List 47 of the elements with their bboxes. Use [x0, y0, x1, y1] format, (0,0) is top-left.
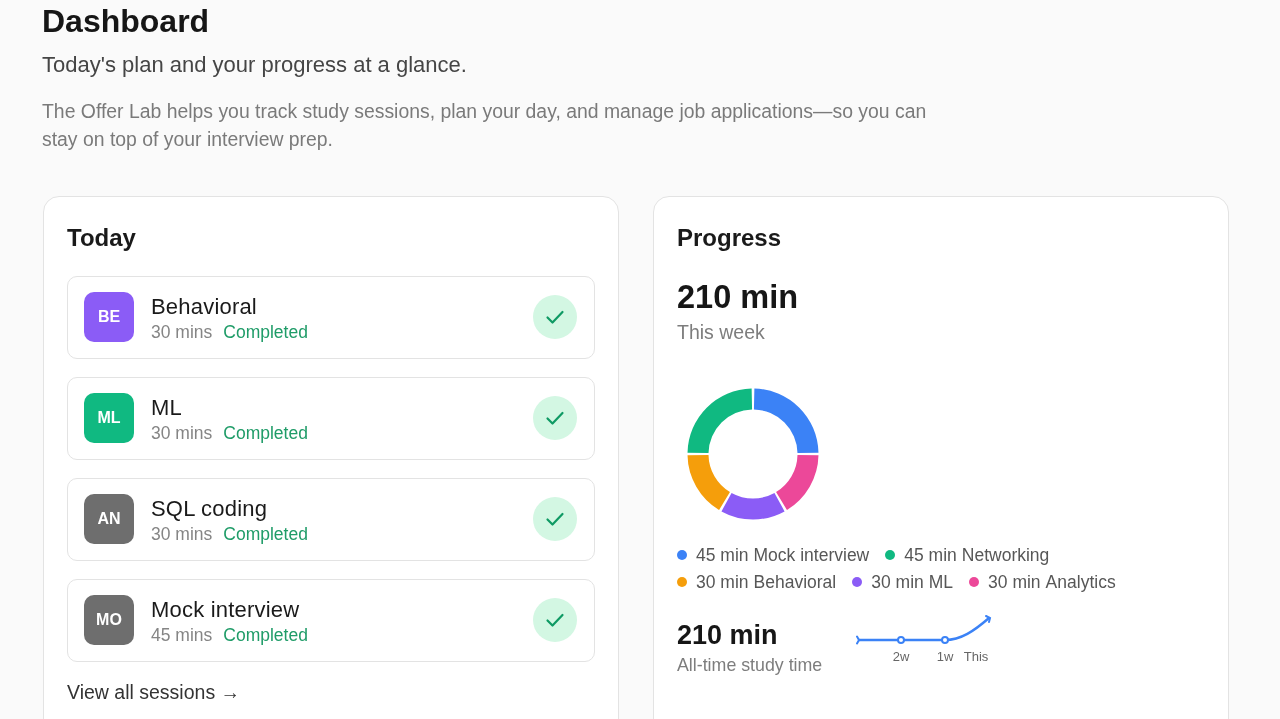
- card-title: Progress: [677, 223, 783, 253]
- session-avatar: ML: [84, 393, 134, 443]
- session-status: Completed: [223, 321, 308, 343]
- legend-category: Analytics: [1045, 570, 1116, 593]
- session-name: Behavioral: [151, 294, 257, 320]
- page-description: The Offer Lab helps you track study sessions, plan your day, and manage job applications—so you can stay on top of your interview prep.: [42, 99, 928, 152]
- all-time-total: 210 min: [677, 619, 779, 651]
- session-duration: 30 mins: [151, 523, 213, 545]
- session-status: Completed: [223, 624, 308, 646]
- legend-value: 30 min: [988, 570, 1041, 593]
- session-item[interactable]: MO Mock interview 45 mins Completed: [67, 578, 595, 662]
- trend-axis-label: This: [963, 649, 989, 665]
- all-time-label: All-time study time: [677, 654, 824, 676]
- session-duration: 45 mins: [151, 624, 213, 646]
- page-subtitle: Today's plan and your progress at a glance.: [42, 51, 468, 79]
- legend-category: Behavioral: [753, 570, 837, 593]
- week-label: This week: [677, 320, 766, 344]
- session-name: SQL coding: [151, 496, 268, 522]
- week-total: 210 min: [677, 279, 800, 315]
- page-title: Dashboard: [42, 2, 211, 41]
- session-item[interactable]: ML ML 30 mins Completed: [67, 376, 595, 460]
- legend-category: Mock interview: [753, 543, 870, 566]
- view-all-sessions-link[interactable]: View all sessions →: [67, 679, 241, 704]
- legend-value: 45 min: [696, 543, 749, 566]
- session-name: ML: [151, 395, 182, 421]
- check-circle-icon[interactable]: [533, 497, 577, 541]
- card-title: Today: [67, 223, 137, 253]
- session-avatar: MO: [84, 595, 134, 645]
- session-avatar: BE: [84, 292, 134, 342]
- session-item[interactable]: BE Behavioral 30 mins Completed: [67, 275, 595, 359]
- trend-axis-label: 1w: [936, 649, 954, 665]
- session-avatar: AN: [84, 494, 134, 544]
- check-circle-icon[interactable]: [533, 295, 577, 339]
- legend-category: Networking: [961, 543, 1050, 566]
- session-status: Completed: [223, 523, 308, 545]
- session-duration: 30 mins: [151, 321, 213, 343]
- session-item[interactable]: AN SQL coding 30 mins Completed: [67, 477, 595, 561]
- legend-value: 45 min: [904, 543, 957, 566]
- session-status: Completed: [223, 422, 308, 444]
- legend-value: 30 min: [696, 570, 749, 593]
- check-circle-icon[interactable]: [533, 598, 577, 642]
- legend-value: 30 min: [871, 570, 924, 593]
- trend-axis-label: 2w: [892, 649, 910, 665]
- session-duration: 30 mins: [151, 422, 213, 444]
- session-name: Mock interview: [151, 597, 300, 623]
- legend-category: ML: [928, 570, 954, 593]
- check-circle-icon[interactable]: [533, 396, 577, 440]
